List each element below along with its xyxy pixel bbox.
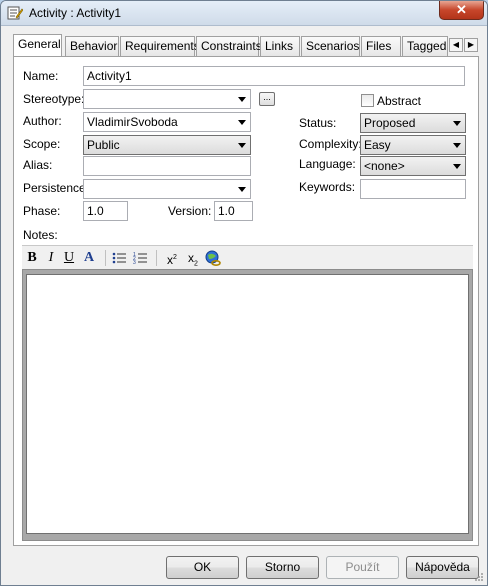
tab-scenarios[interactable]: Scenarios xyxy=(301,36,360,56)
status-label: Status: xyxy=(299,116,337,130)
version-label: Version: xyxy=(168,204,212,218)
italic-button[interactable]: I xyxy=(44,249,58,267)
language-label: Language: xyxy=(299,157,356,171)
author-value: VladimirSvoboda xyxy=(87,115,178,129)
dialog-window: Activity : Activity1 ✕ General Behavior … xyxy=(0,0,488,586)
close-button[interactable]: ✕ xyxy=(439,1,484,20)
font-color-icon: A xyxy=(83,250,95,265)
tab-files[interactable]: Files xyxy=(361,36,401,56)
author-dropdown[interactable]: VladimirSvoboda xyxy=(83,112,251,132)
persistence-label: Persistence: xyxy=(23,181,90,195)
abstract-checkbox[interactable] xyxy=(361,94,374,107)
notes-label: Notes: xyxy=(23,228,58,242)
notes-editor[interactable] xyxy=(26,274,469,534)
chevron-down-icon xyxy=(238,120,246,125)
ok-button[interactable]: OK xyxy=(166,556,239,579)
numbered-list-icon[interactable]: 1 2 3 xyxy=(132,249,148,267)
alias-field[interactable] xyxy=(83,156,251,176)
scope-dropdown[interactable]: Public xyxy=(83,135,251,155)
bold-button[interactable]: B xyxy=(25,249,39,267)
chevron-down-icon xyxy=(238,187,246,192)
notes-editor-frame xyxy=(22,269,473,541)
chevron-down-icon xyxy=(238,143,246,148)
superscript-button[interactable]: x2 xyxy=(163,249,181,267)
name-label: Name: xyxy=(23,69,59,83)
keywords-label: Keywords: xyxy=(299,180,356,194)
name-field[interactable]: Activity1 xyxy=(83,66,465,86)
underline-button[interactable]: U xyxy=(62,249,76,267)
abstract-label: Abstract xyxy=(377,94,422,108)
general-tab-panel: Name: Activity1 Stereotype: ... Abstract… xyxy=(13,56,479,546)
scope-value: Public xyxy=(87,138,120,152)
tab-behavior[interactable]: Behavior xyxy=(65,36,119,56)
complexity-dropdown[interactable]: Easy xyxy=(360,135,466,155)
chevron-down-icon xyxy=(238,97,246,102)
tab-constraints[interactable]: Constraints xyxy=(196,36,262,56)
tab-requirements[interactable]: Requirements xyxy=(120,36,200,56)
bullet-list-icon[interactable] xyxy=(111,249,127,267)
cancel-button[interactable]: Storno xyxy=(246,556,319,579)
insert-link-icon[interactable] xyxy=(204,249,222,267)
phase-label: Phase: xyxy=(23,204,61,218)
apply-button[interactable]: Použít xyxy=(326,556,399,579)
subscript-button[interactable]: x2 xyxy=(184,249,202,267)
author-label: Author: xyxy=(23,114,62,128)
notes-toolbar: B I U A 1 2 3 x2 x2 xyxy=(22,245,473,269)
chevron-down-icon xyxy=(453,121,461,126)
activity-app-icon xyxy=(7,6,23,20)
resize-grip-icon[interactable] xyxy=(474,572,484,582)
stereotype-dropdown[interactable] xyxy=(83,89,251,109)
toolbar-separator xyxy=(105,250,106,266)
subscript-icon-digit: 2 xyxy=(194,260,198,268)
stereotype-label: Stereotype: xyxy=(23,92,85,106)
toolbar-separator xyxy=(156,250,157,266)
complexity-value: Easy xyxy=(364,138,391,152)
superscript-icon-digit: 2 xyxy=(173,254,177,261)
tab-scroll-right-icon[interactable]: ▶ xyxy=(464,38,478,52)
chevron-down-icon xyxy=(453,143,461,148)
scope-label: Scope: xyxy=(23,137,61,151)
tab-scroll-left-icon[interactable]: ◀ xyxy=(449,38,463,52)
stereotype-browse-button[interactable]: ... xyxy=(259,92,275,106)
version-field[interactable]: 1.0 xyxy=(214,201,253,221)
status-dropdown[interactable]: Proposed xyxy=(360,113,466,133)
status-value: Proposed xyxy=(364,116,416,130)
help-button[interactable]: Nápověda xyxy=(406,556,479,579)
chevron-down-icon xyxy=(453,164,461,169)
persistence-dropdown[interactable] xyxy=(83,179,251,199)
complexity-label: Complexity: xyxy=(299,137,362,151)
language-dropdown[interactable]: <none> xyxy=(360,156,466,176)
title-bar[interactable]: Activity : Activity1 ✕ xyxy=(1,1,487,26)
svg-text:3: 3 xyxy=(133,260,136,266)
language-value: <none> xyxy=(364,159,405,173)
phase-field[interactable]: 1.0 xyxy=(83,201,128,221)
tab-tagged[interactable]: Tagged xyxy=(402,36,448,56)
alias-label: Alias: xyxy=(23,158,53,172)
keywords-field[interactable] xyxy=(360,179,466,199)
tab-general[interactable]: General xyxy=(13,34,62,56)
tab-links[interactable]: Links xyxy=(260,36,300,56)
font-color-button[interactable]: A xyxy=(80,249,98,267)
window-title: Activity : Activity1 xyxy=(29,6,122,20)
